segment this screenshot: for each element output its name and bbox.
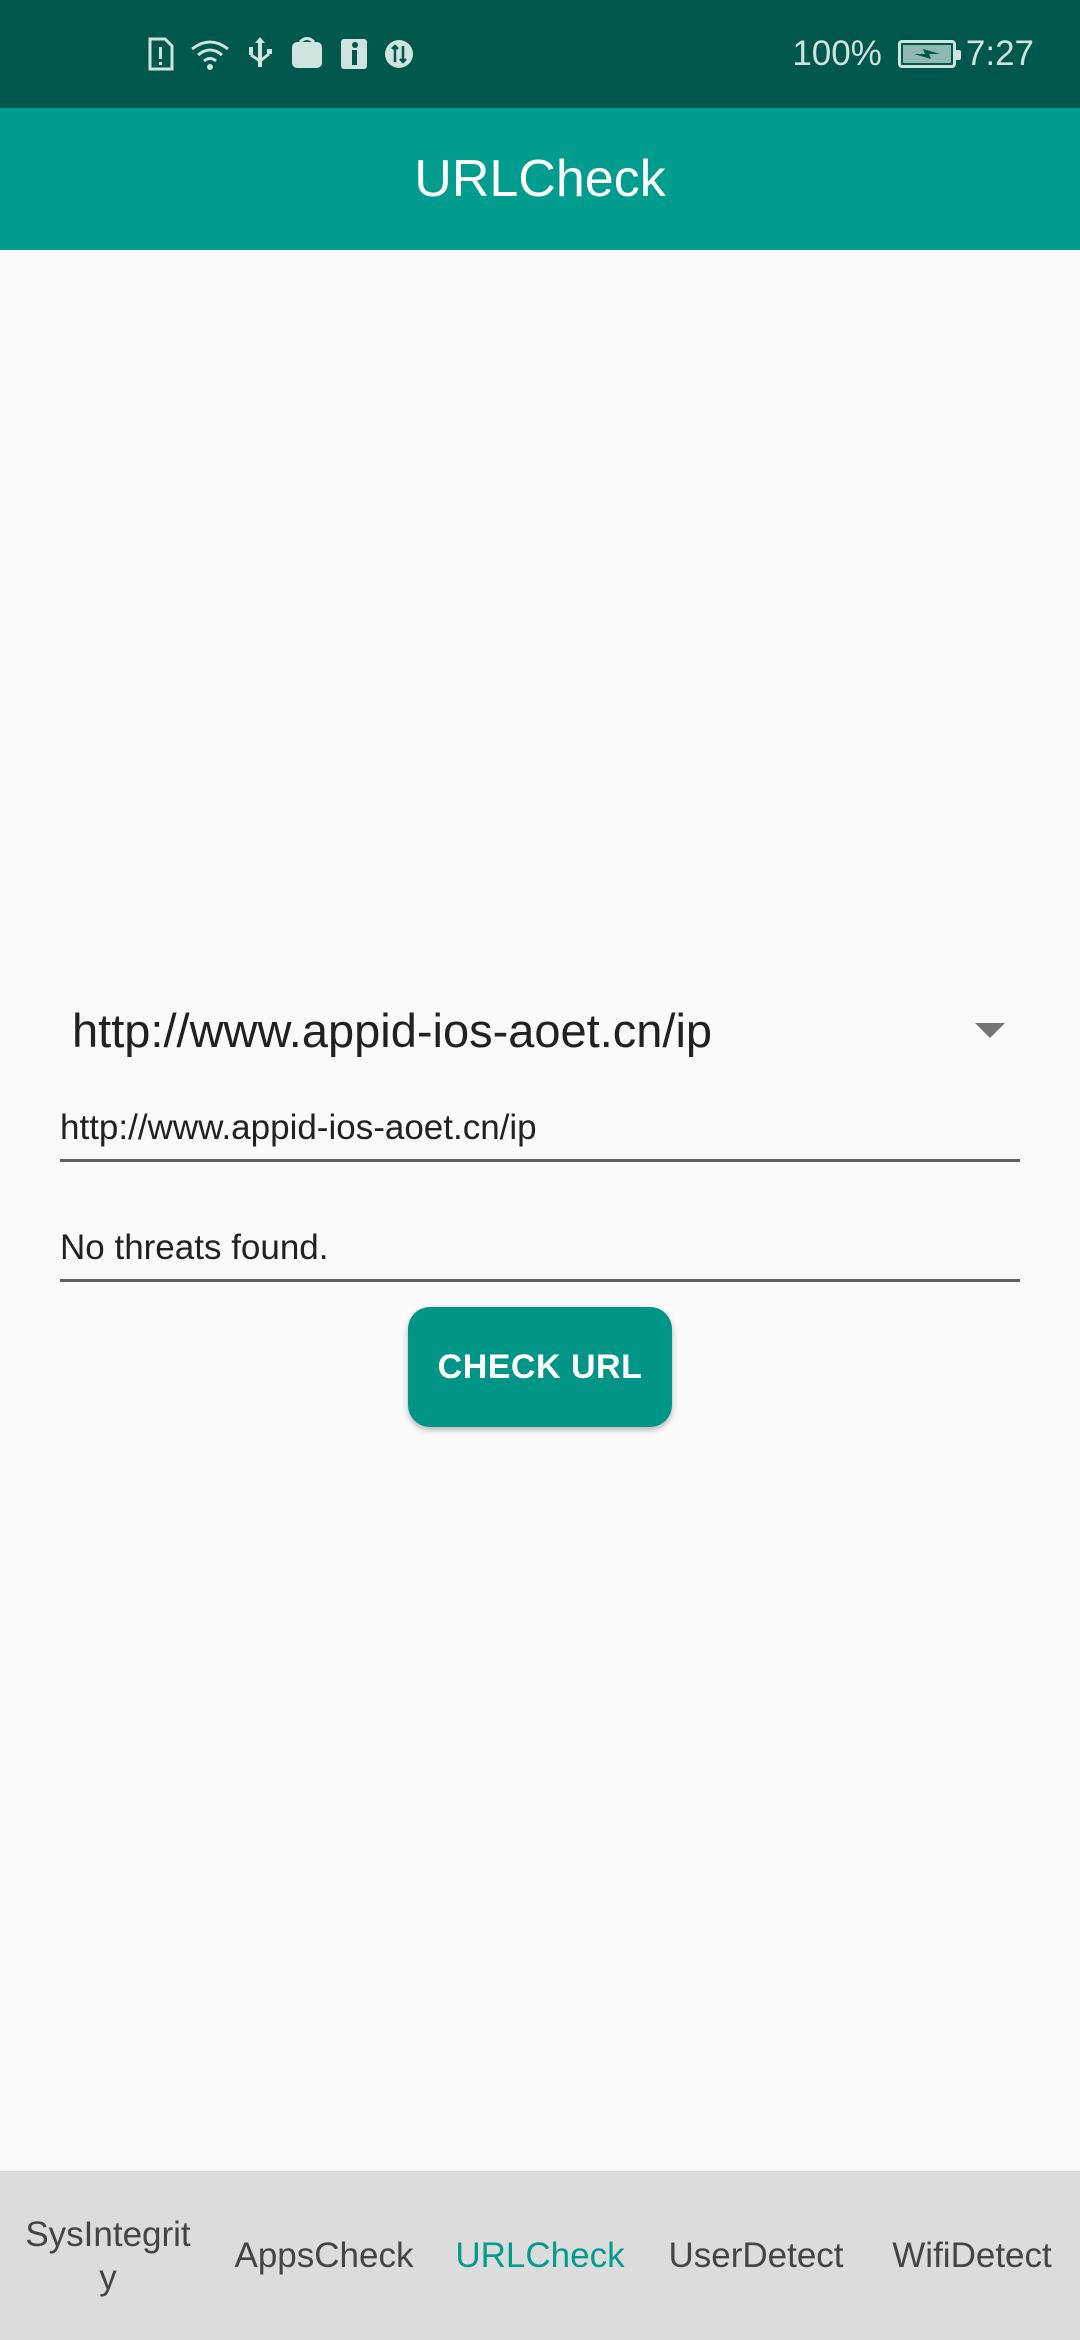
charging-bolt-icon [913,49,940,59]
data-transfer-icon [384,37,414,71]
tab-sysintegrity[interactable]: SysIntegrit y [0,2213,216,2299]
screen: 100% 7:27 URLCheck http://www.appid-ios-… [0,0,1080,2340]
bottom-nav: SysIntegrit y AppsCheck URLCheck UserDet… [0,2171,1080,2340]
tab-sysintegrity-line1: SysIntegrit [25,2214,191,2254]
tab-urlcheck[interactable]: URLCheck [432,2234,648,2277]
status-icons [145,37,414,71]
tab-userdetect[interactable]: UserDetect [648,2234,864,2277]
sim-alert-icon [145,37,175,71]
info-icon [339,37,369,71]
status-bar: 100% 7:27 [0,0,1080,108]
huawei-app-icon [290,37,324,71]
clock: 7:27 [965,34,1034,73]
usb-icon [245,37,275,71]
url-input[interactable]: http://www.appid-ios-aoet.cn/ip [60,1096,1020,1162]
battery-percent: 100% [792,34,882,73]
result-field[interactable]: No threats found. [60,1216,1020,1282]
url-input-value: http://www.appid-ios-aoet.cn/ip [60,1107,537,1147]
url-spinner-value: http://www.appid-ios-aoet.cn/ip [72,1003,713,1057]
tab-sysintegrity-line2: y [99,2257,117,2297]
battery-icon [897,40,961,68]
status-right: 100% 7:27 [792,34,1034,74]
app-bar: URLCheck [0,108,1080,250]
dropdown-arrow-icon [975,1022,1005,1038]
url-spinner[interactable]: http://www.appid-ios-aoet.cn/ip [60,990,1020,1070]
tab-wifidetect[interactable]: WifiDetect [864,2234,1080,2277]
app-title: URLCheck [414,150,666,208]
wifi-icon [190,37,230,71]
check-url-button[interactable]: CHECK URL [408,1307,672,1427]
tab-appscheck[interactable]: AppsCheck [216,2234,432,2277]
result-text: No threats found. [60,1227,329,1267]
